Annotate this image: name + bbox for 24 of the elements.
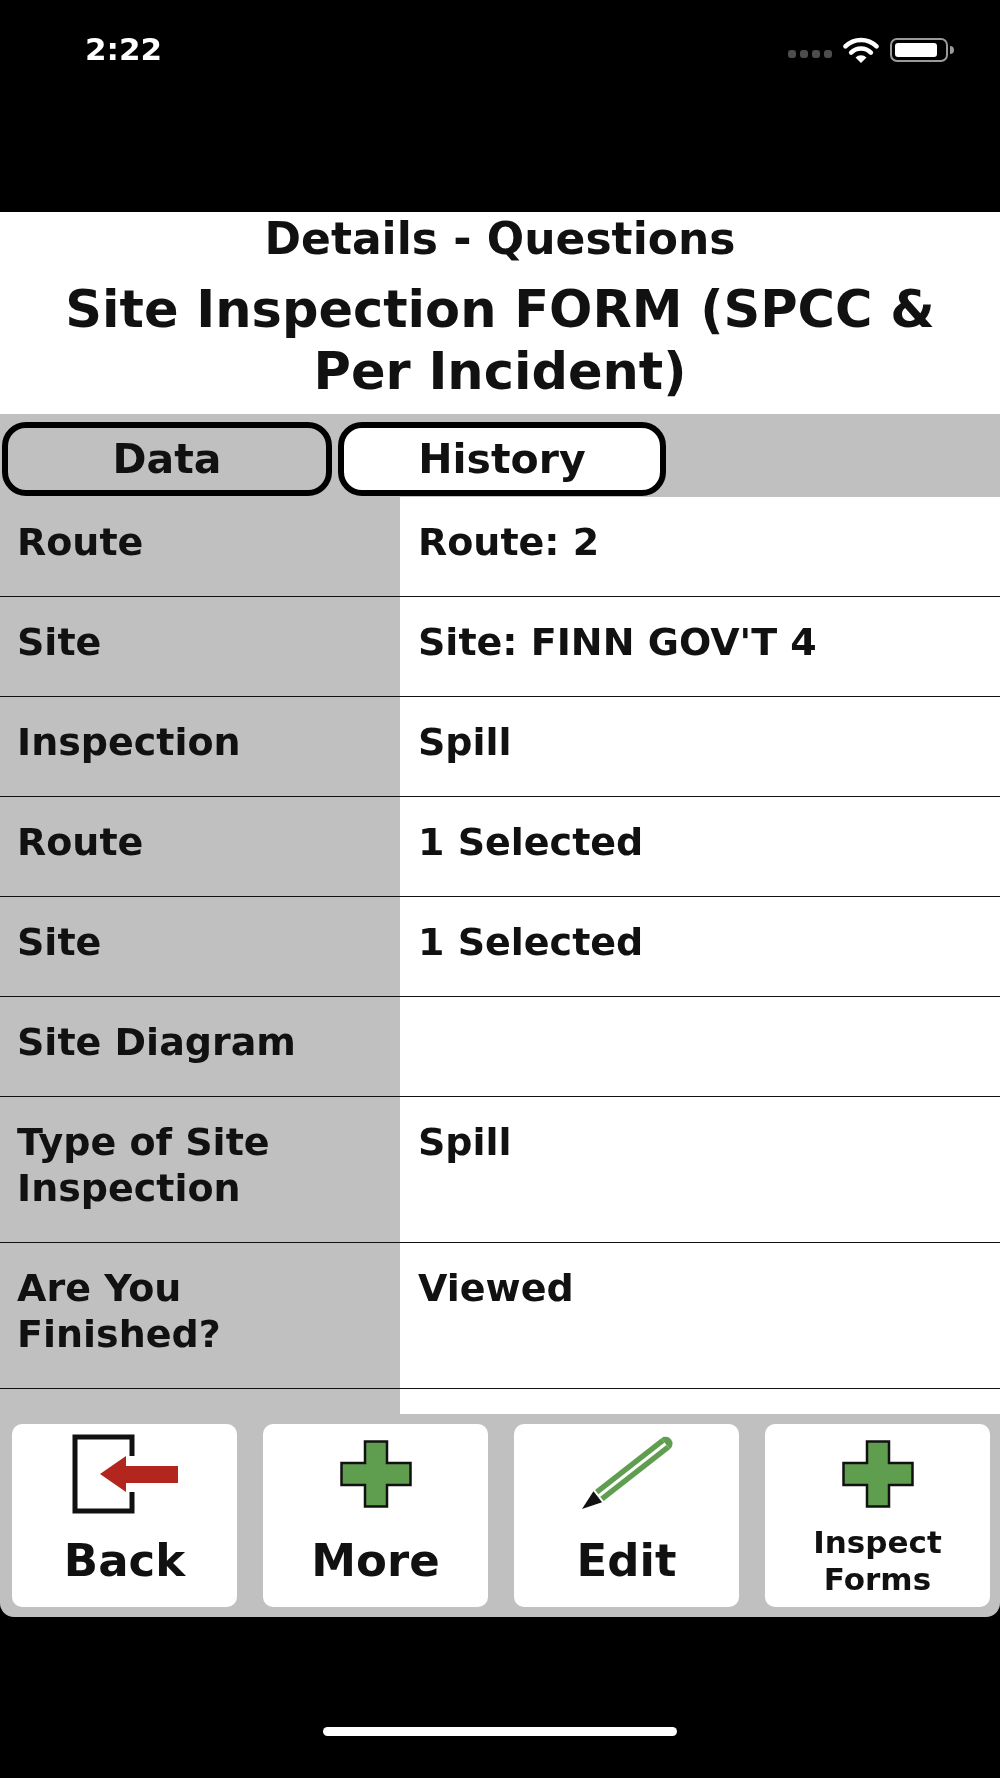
label-cell: Route xyxy=(0,497,400,596)
toolbar-button[interactable]: Edit xyxy=(514,1424,739,1607)
form-title: Site Inspection FORM (SPCC & Per Incident) xyxy=(64,279,936,403)
exit-icon xyxy=(71,1434,178,1514)
label-cell: Site Diagram xyxy=(0,997,400,1096)
label-cell: Route xyxy=(0,797,400,896)
label-cell: Site xyxy=(0,897,400,996)
tab[interactable]: Data xyxy=(2,422,332,496)
wifi-icon xyxy=(842,36,880,64)
signal-icon xyxy=(788,50,832,58)
page-subtitle: Details - Questions xyxy=(264,215,736,263)
label-cell: Are You Finished? xyxy=(0,1243,400,1388)
plus-icon xyxy=(339,1440,412,1508)
tab[interactable]: History xyxy=(338,422,666,496)
toolbar-button[interactable]: Inspect Forms xyxy=(765,1424,990,1607)
plus-icon xyxy=(841,1440,914,1508)
label-cell: Type of Site Inspection xyxy=(0,1097,400,1242)
toolbar-button[interactable]: Back xyxy=(12,1424,237,1607)
label-cell: Site xyxy=(0,597,400,696)
pencil-icon xyxy=(579,1436,674,1512)
toolbar-button[interactable]: More xyxy=(263,1424,488,1607)
battery-icon xyxy=(890,38,954,62)
status-time: 2:22 xyxy=(85,30,163,68)
label-cell: Inspection xyxy=(0,697,400,796)
